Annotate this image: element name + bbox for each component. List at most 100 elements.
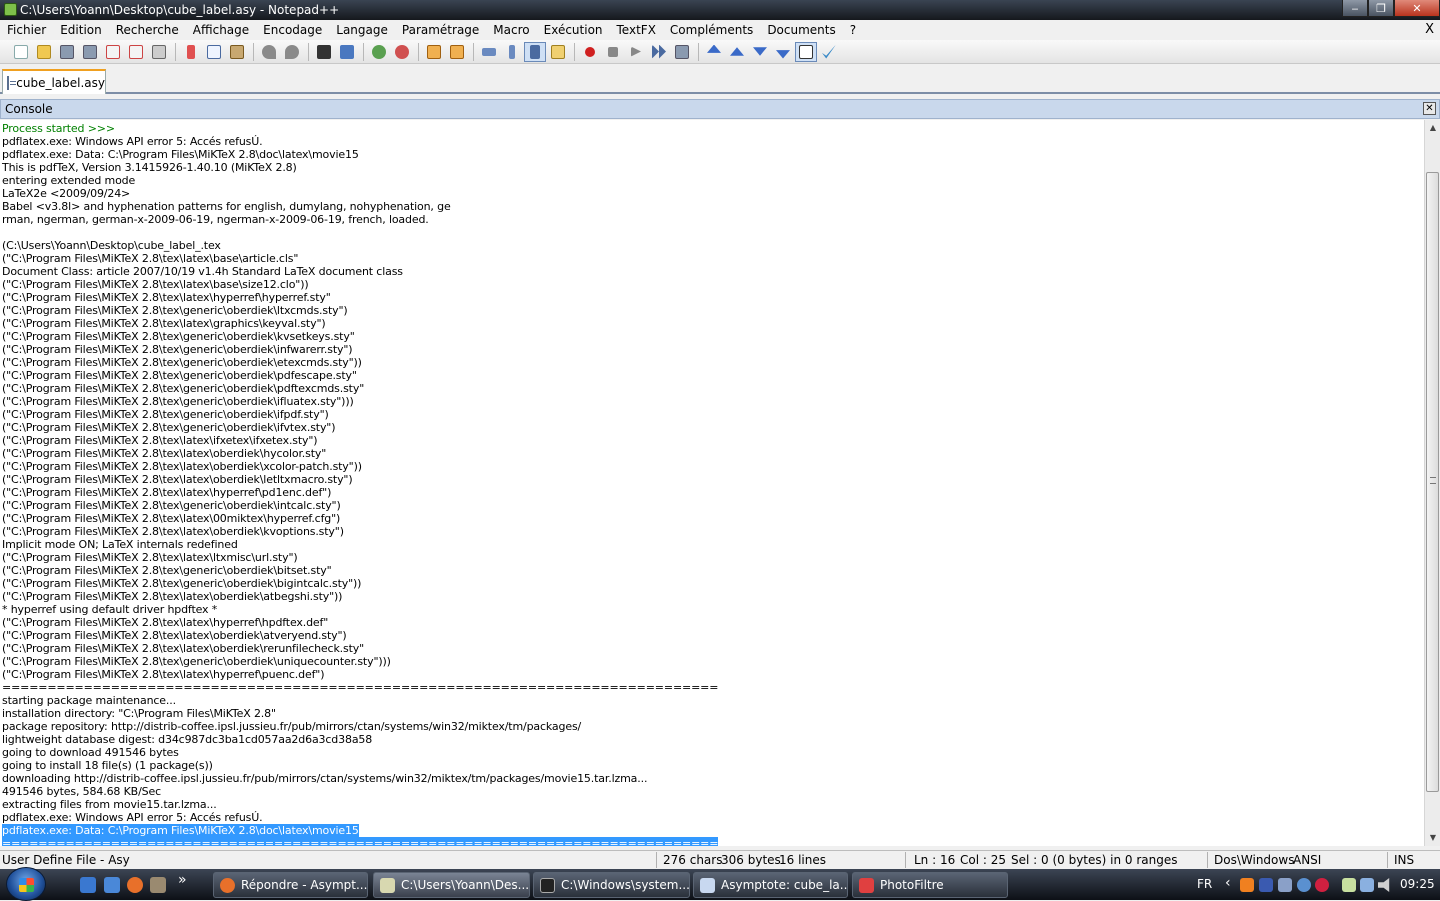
console-line-text: This is pdfTeX, Version 3.1415926-1.40.1… [2,161,297,174]
menu-parametrage[interactable]: Paramétrage [395,20,486,40]
safely-remove-icon[interactable] [1342,878,1356,892]
task-photofiltre[interactable]: PhotoFiltre [852,872,1008,898]
menu-macro[interactable]: Macro [486,20,536,40]
close-window-button[interactable]: ✕ [1394,0,1440,17]
find-button[interactable] [313,42,335,62]
status-encoding: ANSI [1293,853,1322,867]
console-line-text: pdflatex.exe: Data: C:\Program Files\MiK… [2,148,359,161]
spellcheck-button[interactable] [818,42,840,62]
console-line-text: ("C:\Program Files\MiKTeX 2.8\tex\latex\… [2,486,332,499]
save-all-button[interactable] [79,42,101,62]
play-macro-button[interactable] [625,42,647,62]
task-notepadpp[interactable]: C:\Users\Yoann\Des... [373,872,530,898]
menu-edition[interactable]: Edition [53,20,109,40]
print-button[interactable] [148,42,170,62]
menu-documents[interactable]: Documents [760,20,842,40]
quicklaunch-more-icon[interactable]: » [178,872,187,888]
last-button[interactable] [772,42,794,62]
open-file-button[interactable] [33,42,55,62]
console-line: entering extended mode [0,174,1424,187]
scroll-down-arrow-icon[interactable]: ▼ [1425,830,1440,846]
record-macro-button[interactable] [579,42,601,62]
status-bar: User Define File - Asy 276 chars 306 byt… [0,850,1440,869]
console-output[interactable]: Process started >>> pdflatex.exe: Windows… [0,120,1424,846]
task-asymptote[interactable]: Asymptote: cube_la... [693,872,848,898]
console-line: going to install 18 file(s) (1 package(s… [0,759,1424,772]
tray-app-icon[interactable] [1259,878,1273,892]
tray-app-icon[interactable] [1240,878,1254,892]
tray-app-icon[interactable] [1278,878,1292,892]
sync-vertical-button[interactable] [423,42,445,62]
paste-button[interactable] [226,42,248,62]
close-all-button[interactable] [125,42,147,62]
console-line-text: pdflatex.exe: Data: C:\Program Files\MiK… [2,824,359,837]
console-toggle-button[interactable] [795,41,817,62]
zoom-out-button[interactable] [391,42,413,62]
save-button[interactable] [56,42,78,62]
scroll-thumb[interactable] [1426,172,1439,792]
menu-complements[interactable]: Compléments [663,20,760,40]
menu-help[interactable]: ? [843,20,863,40]
down-button[interactable] [749,42,771,62]
console-line-text: Implicit mode ON; LaTeX internals redefi… [2,538,238,551]
tab-cube-label[interactable]: cube_label.asy [2,69,106,94]
scroll-up-arrow-icon[interactable]: ▲ [1425,120,1440,136]
console-line-text: ("C:\Program Files\MiKTeX 2.8\tex\latex\… [2,317,326,330]
menu-textfx[interactable]: TextFX [610,20,663,40]
new-file-button[interactable] [10,42,32,62]
vertical-scrollbar[interactable]: ▲ ▼ [1424,120,1440,846]
console-line-text: ("C:\Program Files\MiKTeX 2.8\tex\generi… [2,369,357,382]
task-firefox[interactable]: Répondre - Asympt... [213,872,368,898]
console-line: Babel <v3.8l> and hyphenation patterns f… [0,200,1424,213]
undo-button[interactable] [258,42,280,62]
menu-langage[interactable]: Langage [329,20,395,40]
menu-bar: Fichier Edition Recherche Affichage Enco… [0,20,1440,40]
console-line-text: pdflatex.exe: Windows API error 5: Accés… [2,135,263,148]
sync-horizontal-button[interactable] [446,42,468,62]
console-line-text: downloading http://distrib-coffee.ipsl.j… [2,772,648,785]
show-desktop-icon[interactable] [80,877,96,893]
console-close-button[interactable]: ✕ [1423,102,1436,115]
close-file-button[interactable] [102,42,124,62]
scissors-icon [187,44,195,59]
tray-app-icon[interactable] [1315,878,1329,892]
tray-app-icon[interactable] [1297,878,1311,892]
volume-icon[interactable] [1378,878,1390,892]
menu-fichier[interactable]: Fichier [0,20,53,40]
close-document-button[interactable]: X [1425,20,1434,40]
quicklaunch-app-icon[interactable] [150,877,166,893]
menu-encodage[interactable]: Encodage [256,20,329,40]
show-hidden-icons-icon[interactable]: ‹ [1225,875,1231,891]
switch-windows-icon[interactable] [104,877,120,893]
run-macro-multiple-button[interactable] [648,42,670,62]
stop-macro-button[interactable] [602,42,624,62]
user-lang-button[interactable] [547,42,569,62]
redo-button[interactable] [281,42,303,62]
task-cmd[interactable]: C:\Windows\system... [533,872,690,898]
start-button[interactable] [6,867,46,901]
menu-affichage[interactable]: Affichage [186,20,256,40]
copy-button[interactable] [203,42,225,62]
clock[interactable]: 09:25 [1400,877,1435,891]
minimize-button[interactable]: ‒ [1342,0,1368,17]
console-line: ("C:\Program Files\MiKTeX 2.8\tex\generi… [0,369,1424,382]
console-line: starting package maintenance... [0,694,1424,707]
network-icon[interactable] [1360,878,1374,892]
up-button[interactable] [726,42,748,62]
cut-button[interactable] [180,42,202,62]
language-indicator[interactable]: FR [1197,877,1212,891]
zoom-in-button[interactable] [368,42,390,62]
indent-guide-button[interactable] [524,41,546,62]
show-all-chars-button[interactable] [501,42,523,62]
menu-execution[interactable]: Exécution [537,20,610,40]
word-wrap-button[interactable] [478,42,500,62]
save-macro-button[interactable] [671,42,693,62]
copy-icon [207,44,221,59]
menu-recherche[interactable]: Recherche [109,20,186,40]
task-label: Répondre - Asympt... [241,878,368,892]
firefox-icon[interactable] [127,877,143,893]
first-button[interactable] [703,42,725,62]
console-line: ("C:\Program Files\MiKTeX 2.8\tex\latex\… [0,278,1424,291]
maximize-button[interactable]: ❐ [1368,0,1394,17]
replace-button[interactable] [336,42,358,62]
